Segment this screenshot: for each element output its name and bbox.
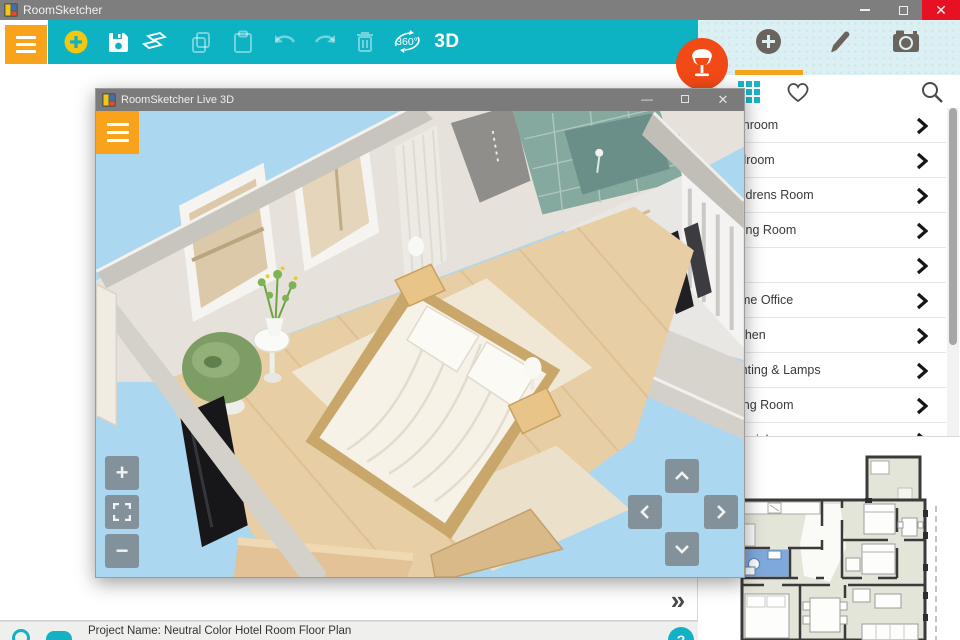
live3d-window[interactable]: RoomSketcher Live 3D — ✕ + −: [95, 88, 745, 578]
pan-right-button[interactable]: [704, 495, 738, 529]
chevron-right-icon: [916, 257, 928, 275]
favorites-heart-icon[interactable]: [783, 77, 813, 107]
pan-left-button[interactable]: [628, 495, 662, 529]
view-3d-button[interactable]: 3D: [429, 20, 465, 64]
trash-icon: [357, 32, 373, 52]
layers-icon: [142, 32, 167, 49]
save-button[interactable]: [100, 20, 136, 64]
floors-button[interactable]: [136, 20, 172, 64]
maximize-button[interactable]: [884, 0, 922, 20]
add-circle-icon: [755, 29, 781, 54]
roomsketcher-app: RoomSketcher ✕ 360° 3D » Project Name: N…: [0, 0, 960, 640]
chevron-right-icon: [916, 117, 928, 135]
redo-button[interactable]: [307, 20, 343, 64]
chevron-right-icon: [916, 327, 928, 345]
chair-icon: [692, 49, 712, 77]
tab-add-items[interactable]: [745, 28, 791, 68]
list-scrollbar[interactable]: [947, 108, 959, 436]
undo-button[interactable]: [267, 20, 303, 64]
new-item-button[interactable]: [58, 20, 94, 64]
save-icon: [108, 32, 128, 52]
main-titlebar: RoomSketcher ✕: [0, 0, 960, 20]
pan-down-button[interactable]: [665, 532, 699, 566]
chevron-right-icon: [916, 187, 928, 205]
status-ring-icon: [12, 629, 30, 640]
live3d-minimize-button[interactable]: —: [632, 89, 662, 111]
live3d-maximize-button[interactable]: [670, 89, 700, 111]
tab-snapshot[interactable]: [883, 28, 929, 68]
live3d-logo-icon: [102, 93, 116, 107]
search-icon[interactable]: [917, 77, 947, 107]
chevron-right-icon: [916, 152, 928, 170]
paste-button[interactable]: [225, 20, 261, 64]
live3d-menu-button[interactable]: [96, 111, 139, 154]
tab-draw[interactable]: [815, 28, 861, 68]
copy-button[interactable]: [183, 20, 219, 64]
chevron-up-icon: [675, 471, 689, 480]
live3d-title: RoomSketcher Live 3D: [121, 94, 235, 106]
chevron-right-icon: [717, 505, 726, 519]
360-view-icon: 360°: [394, 30, 420, 53]
paste-icon: [234, 30, 252, 53]
panel-tabbar: [698, 20, 960, 75]
chevron-right-icon: [916, 292, 928, 310]
project-name-label: Project Name: Neutral Color Hotel Room F…: [88, 625, 352, 637]
furniture-mode-button[interactable]: [676, 38, 728, 90]
live3d-titlebar[interactable]: RoomSketcher Live 3D — ✕: [96, 89, 744, 111]
window-title: RoomSketcher: [23, 3, 103, 17]
chevron-right-icon: [916, 222, 928, 240]
close-button[interactable]: ✕: [922, 0, 960, 20]
redo-icon: [314, 35, 335, 43]
fit-view-button[interactable]: [105, 495, 139, 529]
view-360-button[interactable]: 360°: [389, 20, 425, 64]
chevron-down-icon: [675, 545, 689, 554]
live3d-viewport[interactable]: + −: [96, 111, 744, 577]
expand-panel-button[interactable]: »: [660, 587, 696, 616]
zoom-out-button[interactable]: −: [105, 534, 139, 568]
chevron-right-icon: [916, 362, 928, 380]
copy-icon: [192, 32, 210, 53]
live3d-close-button[interactable]: ✕: [708, 89, 738, 111]
status-bar: Project Name: Neutral Color Hotel Room F…: [0, 621, 698, 640]
app-logo-icon: [4, 3, 18, 17]
status-sync-icon: [46, 631, 72, 640]
delete-button[interactable]: [347, 20, 383, 64]
pencil-icon: [831, 31, 850, 53]
hamburger-menu-button[interactable]: [5, 25, 47, 64]
undo-icon: [275, 35, 296, 43]
plus-circle-icon: [64, 30, 88, 54]
fullscreen-icon: [113, 503, 131, 521]
toolbar-strip: 360° 3D: [48, 20, 698, 64]
help-button[interactable]: ?: [668, 627, 694, 640]
scrollbar-thumb[interactable]: [949, 108, 957, 345]
minimize-button[interactable]: [846, 0, 884, 20]
chevron-left-icon: [640, 505, 649, 519]
camera-icon: [893, 30, 919, 52]
chevron-right-icon: [916, 397, 928, 415]
zoom-in-button[interactable]: +: [105, 456, 139, 490]
pan-up-button[interactable]: [665, 459, 699, 493]
main-toolbar: 360° 3D: [0, 20, 698, 64]
